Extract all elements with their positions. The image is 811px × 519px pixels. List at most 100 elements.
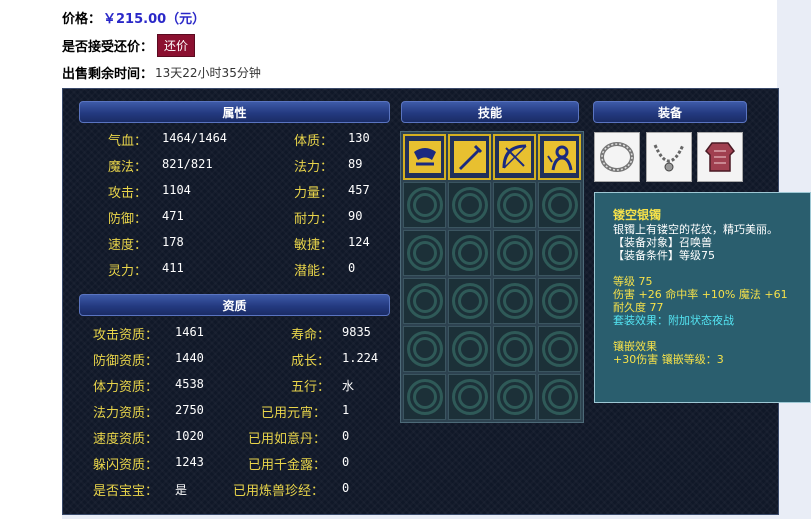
attr-label-potential: 潜能：	[294, 264, 334, 279]
skill-slot-empty	[403, 230, 446, 276]
skill-slot-empty	[538, 278, 581, 324]
attr-value-hp: 1464/1464	[162, 131, 228, 145]
skill-slot-3[interactable]	[493, 134, 536, 180]
skill-slot-empty	[448, 230, 491, 276]
necklace-icon	[653, 144, 685, 172]
attr-value-strength: 457	[348, 183, 370, 197]
attr-label-attack: 攻击：	[108, 186, 148, 201]
apt-label-speed: 速度资质：	[93, 432, 159, 447]
attr-value-spirit: 411	[162, 261, 184, 275]
attr-label-agility: 敏捷：	[294, 238, 334, 253]
apt-label-is-baby: 是否宝宝：	[93, 484, 159, 499]
skill-slot-empty	[493, 278, 536, 324]
aptitude-header: 资质	[79, 294, 390, 316]
counter-offer-row: 是否接受还价： 还价	[62, 34, 196, 57]
apt-label-lianshou: 已用炼兽珍经：	[233, 484, 325, 499]
skill-slot-empty	[448, 374, 491, 420]
attr-value-potential: 0	[348, 261, 356, 275]
attr-label-endurance: 耐力：	[294, 212, 334, 227]
skill-slot-empty	[493, 326, 536, 372]
equipment-slot-armor[interactable]	[697, 132, 743, 182]
apt-label-dodge: 躲闪资质：	[93, 458, 159, 473]
skill-slot-empty	[538, 326, 581, 372]
equipment-tooltip: 镂空银镯 银镯上有镂空的花纹，精巧美丽。 【装备对象】召唤兽 【装备条件】等级7…	[594, 192, 811, 403]
tooltip-durability: 耐久度 77	[613, 301, 664, 314]
price-label: 价格：	[62, 12, 102, 27]
apt-value-ruyidan: 0	[342, 429, 350, 443]
attr-label-strength: 力量：	[294, 186, 334, 201]
attr-value-agility: 124	[348, 235, 370, 249]
apt-value-qianjinlu: 0	[342, 455, 350, 469]
time-remaining-value: 13天22小时35分钟	[155, 66, 261, 80]
apt-value-element: 水	[342, 379, 355, 393]
apt-label-growth: 成长：	[291, 354, 331, 369]
counter-offer-label: 是否接受还价：	[62, 40, 154, 55]
skill-slot-empty	[493, 230, 536, 276]
time-remaining-row: 出售剩余时间： 13天22小时35分钟	[62, 63, 261, 82]
equipment-slot-necklace[interactable]	[646, 132, 692, 182]
apt-value-attack: 1461	[175, 325, 204, 339]
attr-value-endurance: 90	[348, 209, 363, 223]
skill-slot-empty	[538, 374, 581, 420]
equipment-header: 装备	[593, 101, 747, 123]
skill-slot-empty	[493, 182, 536, 228]
silver-bracelet-icon	[600, 142, 634, 172]
page-margin-left	[0, 0, 62, 519]
attr-value-speed: 178	[162, 235, 184, 249]
tooltip-description: 银镯上有镂空的花纹，精巧美丽。	[613, 223, 778, 236]
tooltip-level: 等级 75	[613, 275, 653, 288]
apt-label-defense: 防御资质：	[93, 354, 159, 369]
skill-slot-empty	[448, 278, 491, 324]
attr-value-attack: 1104	[162, 183, 191, 197]
tooltip-set-effect: 套装效果：附加状态夜战	[613, 314, 734, 327]
tooltip-requirement: 【装备条件】等级75	[613, 249, 715, 262]
attr-label-constitution: 体质：	[294, 134, 334, 149]
apt-value-lianshou: 0	[342, 481, 350, 495]
attr-label-defense: 防御：	[108, 212, 148, 227]
apt-value-lifespan: 9835	[342, 325, 371, 339]
price-value: ￥215.00（元）	[103, 12, 206, 27]
skill-slot-empty	[538, 182, 581, 228]
skill-slot-empty	[403, 182, 446, 228]
attr-value-magic: 89	[348, 157, 363, 171]
apt-label-yuanxiao: 已用元宵：	[261, 406, 327, 421]
skill-slot-2[interactable]	[448, 134, 491, 180]
apt-value-speed: 1020	[175, 429, 204, 443]
skill-slot-4[interactable]	[538, 134, 581, 180]
apt-value-magic: 2750	[175, 403, 204, 417]
skill-slot-empty	[403, 326, 446, 372]
attr-value-constitution: 130	[348, 131, 370, 145]
apt-label-stamina: 体力资质：	[93, 380, 159, 395]
attr-value-defense: 471	[162, 209, 184, 223]
counter-offer-button[interactable]: 还价	[157, 34, 196, 57]
attributes-header: 属性	[79, 101, 390, 123]
apt-value-is-baby: 是	[175, 483, 188, 497]
apt-label-magic: 法力资质：	[93, 406, 159, 421]
skill-icon-1	[408, 141, 441, 173]
apt-label-element: 五行：	[291, 380, 331, 395]
armor-icon	[705, 142, 735, 172]
tooltip-inlay-detail: +30伤害 镶嵌等级：3	[613, 353, 724, 366]
skill-slot-1[interactable]	[403, 134, 446, 180]
price-row: 价格： ￥215.00（元）	[62, 8, 205, 27]
apt-value-yuanxiao: 1	[342, 403, 350, 417]
attr-label-magic: 法力：	[294, 160, 334, 175]
apt-label-qianjinlu: 已用千金露：	[248, 458, 327, 473]
skill-slot-empty	[448, 182, 491, 228]
skill-icon-2	[453, 141, 486, 173]
apt-value-stamina: 4538	[175, 377, 204, 391]
attr-label-spirit: 灵力：	[108, 264, 148, 279]
skill-slot-empty	[448, 326, 491, 372]
apt-label-attack: 攻击资质：	[93, 328, 159, 343]
apt-value-growth: 1.224	[342, 351, 379, 365]
equipment-slot-bracelet[interactable]	[594, 132, 640, 182]
skill-slot-empty	[403, 374, 446, 420]
apt-value-dodge: 1243	[175, 455, 204, 469]
skill-icon-3	[498, 141, 531, 173]
tooltip-target: 【装备对象】召唤兽	[613, 236, 712, 249]
skill-icon-4	[543, 141, 576, 173]
skill-grid	[400, 131, 584, 423]
tooltip-item-name: 镂空银镯	[613, 208, 662, 222]
skill-slot-empty	[538, 230, 581, 276]
attr-label-hp: 气血：	[108, 134, 148, 149]
